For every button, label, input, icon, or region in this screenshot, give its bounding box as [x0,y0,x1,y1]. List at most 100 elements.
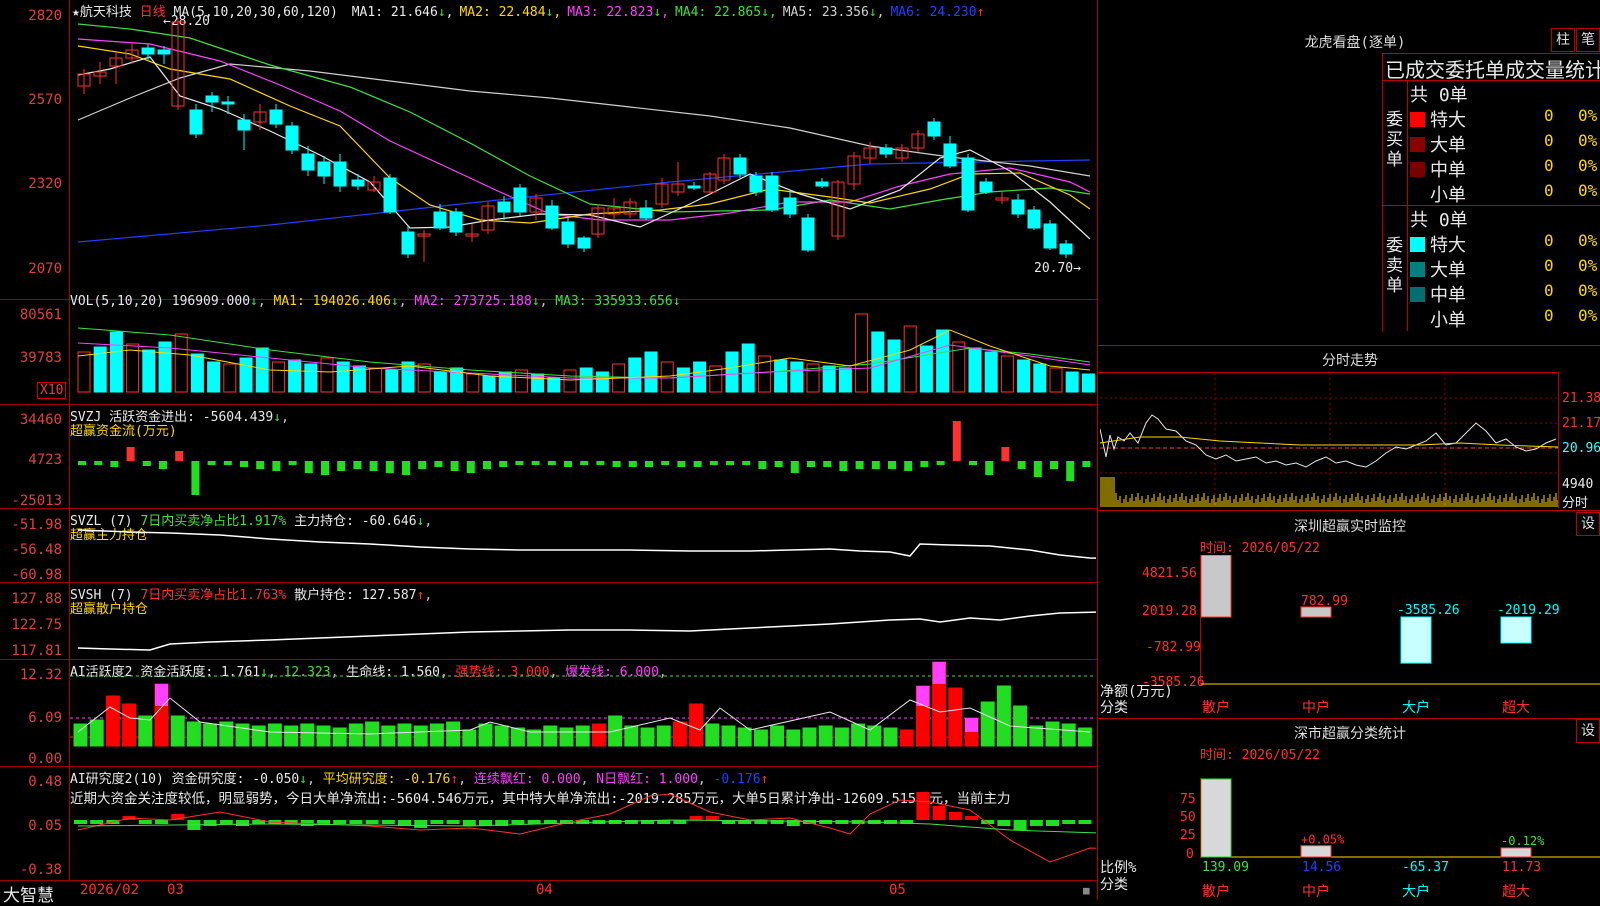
ai-active-bar [284,725,299,747]
svzj-bar [1033,461,1042,477]
volume-bar [693,361,707,393]
svzl-chart[interactable] [70,520,1096,580]
order-count: 0 [1544,231,1554,250]
svsh-chart[interactable] [70,596,1096,658]
order-type-label: 小单 [1430,185,1466,206]
ai-active-bar [1029,725,1044,747]
candles [77,18,1073,262]
ai-active-bar [689,703,704,747]
ai-research-bar [948,812,962,820]
svzj-bar [564,461,572,467]
order-row-特大: 特大 [1410,106,1466,132]
realtime-monitor-title: 深圳超赢实时监控 [1294,519,1406,535]
realtime-y-tick: 2019.28 [1142,604,1197,619]
order-type-label: 大单 [1430,135,1466,156]
intraday-chart[interactable] [1100,373,1558,507]
ai-active-bar [413,725,428,747]
volume-bar [466,373,480,393]
candle-body [205,95,219,103]
volume-bar [1081,373,1095,393]
volume-bar [1065,371,1079,393]
ai-active-bar [267,723,282,747]
ai-active-bar [251,725,266,747]
svzj-bar [645,461,653,467]
svzj-chart[interactable] [70,410,1096,506]
ai-research-bar [511,820,525,824]
volume-bar [903,325,917,393]
class-bar-value: 14.56 [1302,860,1342,875]
realtime-category-label: 超大 [1502,700,1530,716]
svzj-bar [110,461,119,467]
candle-body [733,157,747,175]
ai-research-bar [527,820,541,824]
candle-body [221,101,235,105]
volume-bar [433,371,447,393]
ai-research-bar [90,820,104,824]
ai-research-bar [74,820,87,824]
order-count: 0 [1544,306,1554,325]
ai-research-bar [1046,820,1059,826]
candle-body [285,125,299,151]
tick-view-button[interactable]: 笔 [1576,28,1600,52]
volume-bar [595,371,609,393]
ai-active-bar [948,687,963,747]
ai-active-bar [753,729,768,747]
ai-research-avg: 平均研究度: -0.176 [322,772,451,787]
candle-body [333,161,347,187]
ai-research-bar [1029,820,1043,826]
ai-research-chart[interactable] [70,790,1096,880]
order-pct: 0% [1578,231,1598,250]
svzj-bar [742,461,751,465]
volume-bar [142,349,156,393]
candle-body [765,175,779,211]
realtime-y-tick: 4821.56 [1142,566,1197,581]
svzj-bar [823,461,832,467]
volume-bar [547,377,561,393]
ai-research-bar [219,820,233,824]
ai-active-bar [429,723,444,747]
intraday-label: 分时 [1562,496,1589,511]
ai-active-bar [591,723,606,747]
ai-research-value: 资金研究度: -0.050 [171,772,300,787]
candle-body [927,121,941,137]
svzj-bar [450,461,459,471]
ai-research-last: -0.176 [713,772,761,787]
y-tick: 2570 [28,92,62,108]
date-label: 03 [167,882,184,898]
ai-active-bar [770,725,785,747]
vol-unit-badge: X10 [37,382,67,399]
brand-logo[interactable]: 大智慧 [3,881,54,906]
y-tick: -51.98 [11,517,62,533]
svzj-bar [661,461,670,465]
ai-research-bar [997,820,1011,826]
candlestick-chart[interactable] [70,14,1096,284]
ai-active-bar [446,721,461,747]
svzj-bar [466,461,475,473]
class-bar-chart[interactable]: +0.05% -0.12% [1201,778,1600,858]
candle-body [577,237,591,249]
volume-chart[interactable] [70,310,1096,402]
ai-active-bar [721,725,736,747]
order-type-label: 大单 [1430,260,1466,281]
panel-divider [0,880,1098,881]
svzj-bar [628,461,637,467]
lock-icon[interactable]: ■ [1083,884,1090,897]
bar-view-button[interactable]: 柱 [1551,28,1575,52]
order-pct: 0% [1578,131,1598,150]
realtime-settings-button[interactable]: 设 [1576,512,1600,536]
realtime-bar [1400,616,1432,664]
volume-bar [838,367,852,393]
volume-bar [126,343,140,393]
ai-active-bar [656,725,671,747]
svzj-bar [920,461,929,467]
svzj-bar [709,461,718,465]
ai-active-chart[interactable] [70,660,1096,766]
class-settings-button[interactable]: 设 [1576,719,1600,743]
realtime-bar-chart[interactable]: 4821.56 782.99 -3585.26 -2019.29 [1201,555,1600,687]
ai-research-bar [916,792,930,820]
svzj-bar [304,461,313,473]
order-type-label: 中单 [1430,285,1466,306]
svzj-bar [337,461,346,471]
volume-bar [855,313,869,393]
vol-title: VOL(5,10,20) 196909.000↓, MA1: 194026.40… [70,294,681,309]
